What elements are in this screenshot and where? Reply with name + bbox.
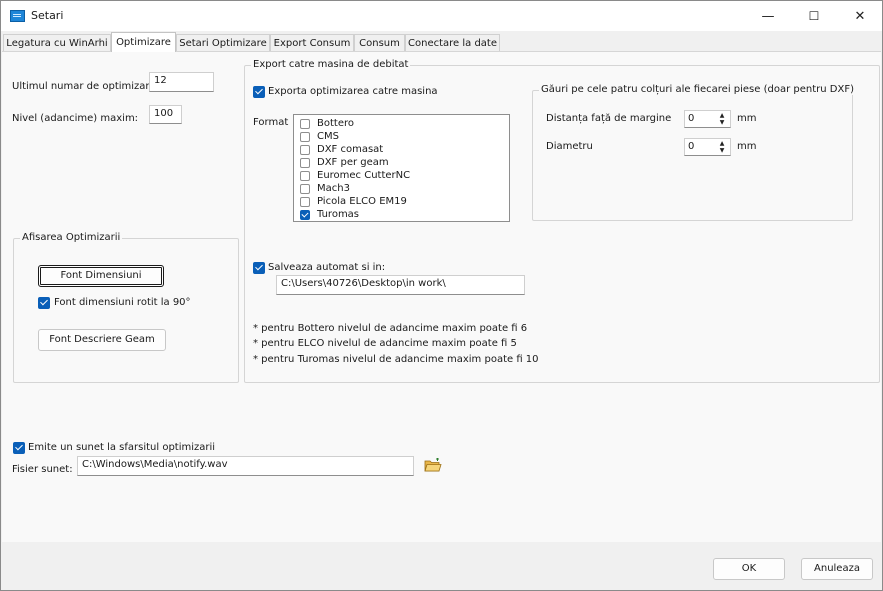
note-elco: * pentru ELCO nivelul de adancime maxim … — [253, 338, 517, 349]
holes-group-title: Găuri pe cele patru colțuri ale fiecarei… — [539, 84, 856, 95]
tab-consum[interactable]: Consum — [354, 34, 405, 51]
format-checkbox[interactable] — [300, 158, 310, 168]
sound-file-input[interactable]: C:\Windows\Media\notify.wav — [77, 456, 414, 476]
close-button[interactable]: ✕ — [837, 1, 883, 31]
maximize-button[interactable]: ☐ — [791, 1, 837, 31]
note-turomas: * pentru Turomas nivelul de adancime max… — [253, 354, 539, 365]
tab-optimizare[interactable]: Optimizare — [111, 32, 176, 52]
format-checkbox[interactable] — [300, 184, 310, 194]
format-name: Turomas — [317, 209, 360, 220]
diameter-value: 0 — [688, 141, 695, 152]
cancel-button[interactable]: Anuleaza — [801, 558, 873, 580]
tab-conectare-date[interactable]: Conectare la date — [405, 34, 500, 51]
autosave-label: Salveaza automat si in: — [268, 262, 386, 273]
tab-export-consum[interactable]: Export Consum — [270, 34, 354, 51]
sound-file-label: Fisier sunet: — [12, 464, 73, 475]
export-checkbox[interactable] — [253, 86, 265, 98]
spin-up-icon[interactable]: ▲ — [716, 140, 728, 147]
sound-checkbox[interactable] — [13, 442, 25, 454]
spin-down-icon[interactable]: ▼ — [716, 147, 728, 154]
export-group-title: Export catre masina de debitat — [251, 59, 411, 70]
format-name: DXF per geam — [317, 157, 389, 168]
format-name: Picola ELCO EM19 — [317, 196, 407, 207]
format-name: Euromec CutterNC — [317, 170, 411, 181]
format-name: Bottero — [317, 118, 354, 129]
diameter-label: Diametru — [546, 141, 593, 152]
font-description-button[interactable]: Font Descriere Geam — [38, 329, 166, 351]
format-label: Format — [253, 117, 289, 128]
window-title: Setari — [31, 9, 64, 22]
max-level-label: Nivel (adancime) maxim: — [12, 113, 139, 124]
margin-unit: mm — [737, 113, 757, 124]
diameter-unit: mm — [737, 141, 757, 152]
autosave-checkbox[interactable] — [253, 262, 265, 274]
last-optimization-input[interactable]: 12 — [149, 72, 214, 92]
format-name: DXF comasat — [317, 144, 384, 155]
last-optimization-label: Ultimul numar de optimizare: — [12, 81, 159, 92]
display-group: Afisarea Optimizarii Font Dimensiuni Fon… — [13, 232, 239, 383]
format-checkbox[interactable] — [300, 171, 310, 181]
title-bar: Setari — ☐ ✕ — [1, 1, 882, 31]
autosave-path-input[interactable]: C:\Users\40726\Desktop\in work\ — [276, 275, 525, 295]
format-checkbox[interactable] — [300, 132, 310, 142]
diameter-spinner[interactable]: 0 ▲ ▼ — [684, 138, 731, 156]
app-icon — [10, 10, 25, 22]
tab-legatura-winarhi[interactable]: Legatura cu WinArhi — [3, 34, 111, 51]
note-bottero: * pentru Bottero nivelul de adancime max… — [253, 323, 528, 334]
settings-window: Setari — ☐ ✕ Legatura cu WinArhi Optimiz… — [0, 0, 883, 591]
margin-distance-spinner[interactable]: 0 ▲ ▼ — [684, 110, 731, 128]
format-checkbox[interactable] — [300, 197, 310, 207]
format-checkbox[interactable] — [300, 210, 310, 220]
folder-open-icon[interactable] — [422, 456, 443, 475]
format-checkbox[interactable] — [300, 145, 310, 155]
tab-bar: Legatura cu WinArhi Optimizare Setari Op… — [1, 32, 882, 52]
spin-up-icon[interactable]: ▲ — [716, 112, 728, 119]
format-checkbox[interactable] — [300, 119, 310, 129]
display-group-title: Afisarea Optimizarii — [20, 232, 123, 243]
ok-button[interactable]: OK — [713, 558, 785, 580]
export-check-label: Exporta optimizarea catre masina — [268, 86, 438, 97]
margin-distance-label: Distanța față de margine — [546, 113, 672, 124]
format-name: Mach3 — [317, 183, 350, 194]
max-level-input[interactable]: 100 — [149, 105, 182, 124]
minimize-button[interactable]: — — [745, 1, 791, 31]
sound-check-label: Emite un sunet la sfarsitul optimizarii — [28, 442, 216, 453]
margin-distance-value: 0 — [688, 113, 695, 124]
tab-setari-optimizare[interactable]: Setari Optimizare — [176, 34, 270, 51]
format-list[interactable]: Bottero CMS DXF comasat DXF per geam Eur… — [293, 114, 510, 222]
font-rotated-label: Font dimensiuni rotit la 90° — [54, 297, 191, 308]
dialog-footer: OK Anuleaza — [2, 542, 881, 590]
format-name: CMS — [317, 131, 339, 142]
spin-down-icon[interactable]: ▼ — [716, 119, 728, 126]
font-rotated-checkbox[interactable] — [38, 297, 50, 309]
font-dimensions-button[interactable]: Font Dimensiuni — [38, 265, 164, 287]
